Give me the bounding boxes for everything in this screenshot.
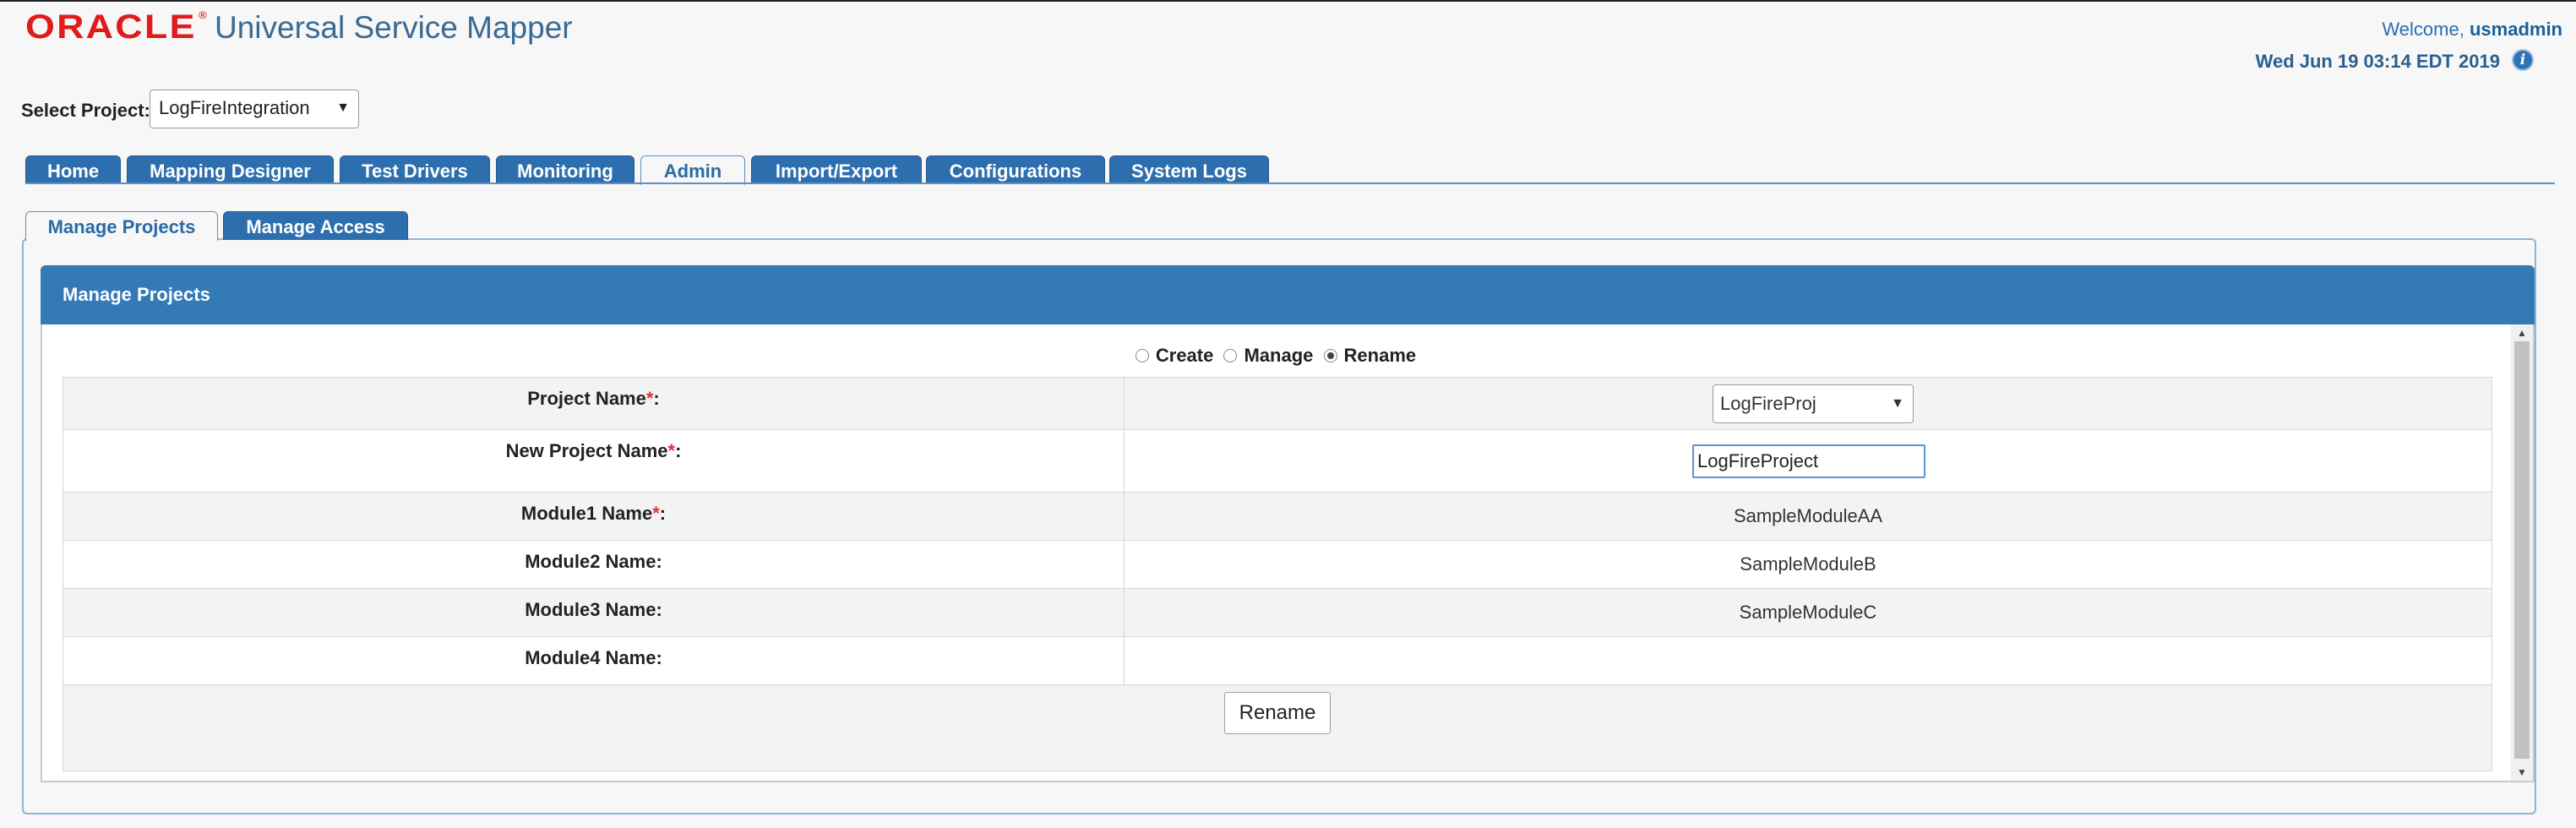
action-cell: Rename (63, 684, 2492, 771)
project-name-select-value: LogFireProj (1720, 392, 1816, 414)
project-form-table: Project Name*: LogFireProj ▼ New Project… (63, 377, 2492, 771)
table-row: Module2 Name: SampleModuleB (63, 540, 2492, 589)
field-label-new-project-name: New Project Name*: (63, 429, 1125, 493)
tab-monitoring[interactable]: Monitoring (496, 155, 634, 184)
tab-admin[interactable]: Admin (640, 155, 745, 186)
field-label-module2-name: Module2 Name: (63, 540, 1125, 589)
project-select-value: LogFireIntegration (159, 97, 310, 118)
rename-button[interactable]: Rename (1224, 692, 1331, 734)
panel-title: Manage Projects (41, 265, 2535, 324)
tab-mapping-designer[interactable]: Mapping Designer (127, 155, 334, 184)
field-value-cell: LogFireProj ▼ (1124, 377, 2492, 430)
table-row: New Project Name*: LogFireProject (63, 429, 2492, 493)
radio-manage[interactable]: Manage (1223, 345, 1313, 367)
caret-down-icon: ▼ (336, 101, 350, 115)
table-row: Module4 Name: (63, 636, 2492, 685)
field-label-module3-name: Module3 Name: (63, 588, 1125, 637)
new-project-name-input[interactable]: LogFireProject (1692, 444, 1925, 478)
manage-projects-panel: Manage Projects Create Manage Rename Pro… (41, 265, 2535, 782)
module1-value: SampleModuleAA (1124, 492, 2492, 541)
table-row: Project Name*: LogFireProj ▼ (63, 377, 2492, 430)
welcome-prefix: Welcome, (2382, 19, 2464, 40)
field-value-cell: LogFireProject (1124, 429, 2492, 493)
scroll-down-icon[interactable]: ▼ (2511, 764, 2533, 781)
app-title: Universal Service Mapper (215, 10, 573, 45)
subtab-manage-access[interactable]: Manage Access (223, 211, 408, 240)
tab-divider (25, 182, 2555, 184)
table-row: Rename (63, 684, 2492, 771)
panel-body: Create Manage Rename Project Name*: LogF… (41, 324, 2535, 782)
project-label: Select Project: (21, 100, 150, 121)
subtab-manage-projects[interactable]: Manage Projects (25, 211, 218, 242)
caret-down-icon: ▼ (1891, 395, 1904, 411)
field-label-module1-name: Module1 Name*: (63, 492, 1125, 541)
radio-circle[interactable] (1223, 349, 1238, 362)
radio-circle-checked[interactable] (1323, 349, 1337, 362)
module2-value: SampleModuleB (1124, 540, 2492, 589)
module4-value (1124, 636, 2492, 685)
username: usmadmin (2469, 19, 2562, 40)
table-row: Module1 Name*: SampleModuleAA (63, 492, 2492, 541)
tab-import-export[interactable]: Import/Export (751, 155, 922, 184)
tab-home[interactable]: Home (25, 155, 121, 184)
field-label-module4-name: Module4 Name: (63, 636, 1125, 685)
project-select[interactable]: LogFireIntegration ▼ (150, 90, 359, 128)
radio-rename[interactable]: Rename (1323, 345, 1416, 367)
scroll-up-icon[interactable]: ▲ (2511, 324, 2533, 341)
info-icon[interactable]: i (2512, 49, 2534, 71)
tab-test-drivers[interactable]: Test Drivers (340, 155, 490, 184)
tab-system-logs[interactable]: System Logs (1109, 155, 1269, 184)
tab-configurations[interactable]: Configurations (926, 155, 1105, 184)
datetime: Wed Jun 19 03:14 EDT 2019 (2255, 51, 2500, 72)
vertical-scrollbar[interactable]: ▲ ▼ (2511, 324, 2533, 781)
oracle-logo: ORACLE ® (25, 8, 207, 46)
project-name-select[interactable]: LogFireProj ▼ (1713, 384, 1914, 423)
field-label-project-name: Project Name*: (63, 377, 1125, 430)
scroll-thumb[interactable] (2514, 341, 2530, 759)
table-row: Module3 Name: SampleModuleC (63, 588, 2492, 637)
app-header: ORACLE ® Universal Service Mapper Welcome… (0, 2, 2576, 78)
radio-create[interactable]: Create (1135, 345, 1213, 367)
welcome-text: Welcome, usmadmin (2382, 19, 2562, 41)
module3-value: SampleModuleC (1124, 588, 2492, 637)
radio-circle[interactable] (1135, 349, 1149, 362)
mode-radio-group: Create Manage Rename (42, 345, 2514, 370)
